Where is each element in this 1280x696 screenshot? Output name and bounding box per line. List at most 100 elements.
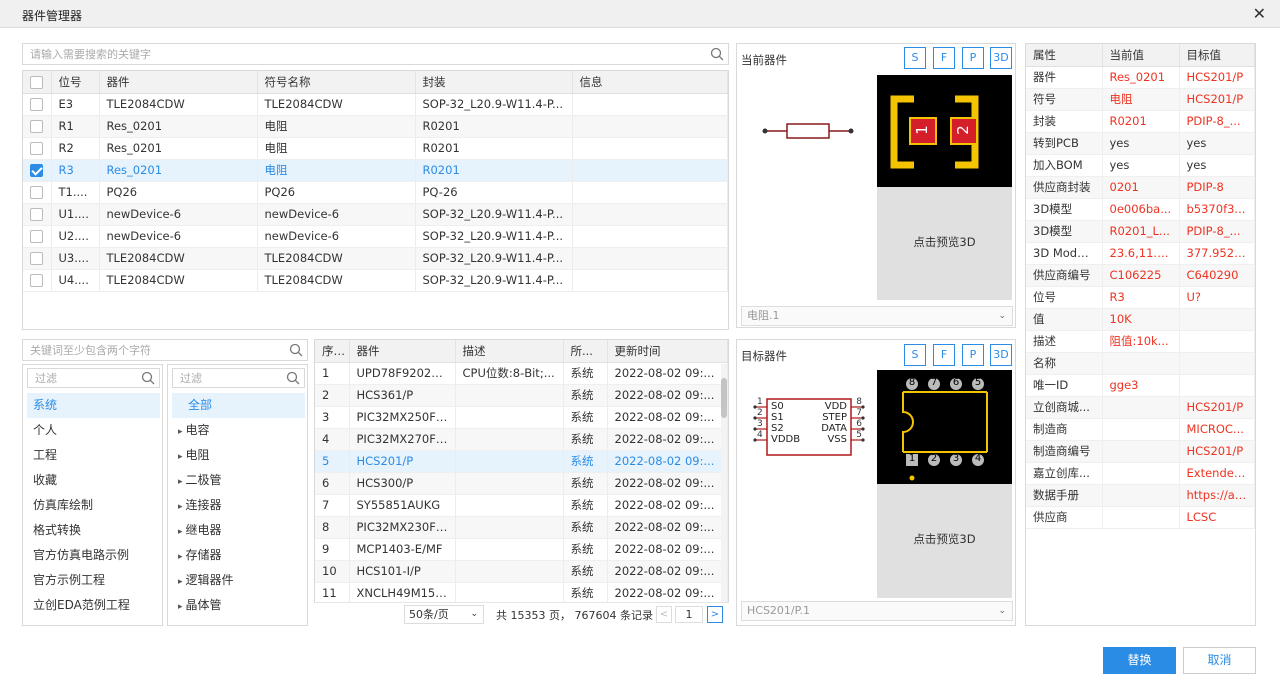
row-checkbox[interactable] [23, 269, 52, 292]
result-row[interactable]: 3 PIC32MX250F1... 系统 2022-08-02 09:... [315, 406, 728, 429]
instance-row[interactable]: R3 Res_0201 电阻 R0201 [23, 159, 728, 182]
property-name: 名称 [1026, 352, 1103, 375]
col-footprint[interactable]: 封装 [415, 71, 573, 94]
category-item[interactable]: 仿真库绘制 [27, 493, 160, 518]
category-item[interactable]: 工程 [27, 443, 160, 468]
cell-info [572, 225, 728, 248]
target-preview-3d-button[interactable]: 点击预览3D [877, 484, 1012, 598]
current-footprint-button[interactable]: F [933, 47, 955, 69]
current-preview-3d-button[interactable]: 点击预览3D [877, 187, 1012, 300]
row-checkbox[interactable] [23, 225, 52, 248]
checkbox[interactable] [30, 186, 43, 199]
select-all-checkbox[interactable] [23, 71, 52, 94]
page-number-input[interactable]: 1 [675, 606, 703, 623]
search-icon[interactable] [141, 371, 155, 385]
row-checkbox[interactable] [23, 203, 52, 226]
category-item[interactable]: 官方仿真电路示例 [27, 543, 160, 568]
result-row[interactable]: 8 PIC32MX230F0... 系统 2022-08-02 09:... [315, 516, 728, 539]
next-page-button[interactable]: > [707, 606, 723, 623]
type-item[interactable]: ▸ 电阻 [172, 443, 305, 468]
cell-no: 5 [315, 450, 350, 473]
search-icon[interactable] [286, 371, 300, 385]
page-size-select[interactable]: 50条/页 ⌄ [404, 605, 484, 624]
category-item[interactable]: 收藏 [27, 468, 160, 493]
col-time[interactable]: 更新时间 [607, 340, 728, 363]
result-row[interactable]: 9 MCP1403-E/MF 系统 2022-08-02 09:... [315, 538, 728, 561]
target-part-select[interactable]: HCS201/P.1 ⌄ [741, 601, 1013, 621]
type-item[interactable]: ▸ 连接器 [172, 493, 305, 518]
category-item[interactable]: 立创EDA范例工程 [27, 593, 160, 618]
result-row[interactable]: 7 SY55851AUKG 系统 2022-08-02 09:... [315, 494, 728, 517]
col-symbol[interactable]: 符号名称 [257, 71, 416, 94]
result-row[interactable]: 6 HCS300/P 系统 2022-08-02 09:... [315, 472, 728, 495]
col-device[interactable]: 器件 [99, 71, 258, 94]
instance-row[interactable]: U2.... newDevice-6 newDevice-6 SOP-32_L20.9… [23, 225, 728, 248]
row-checkbox[interactable] [23, 137, 52, 160]
category-item[interactable]: 个人 [27, 418, 160, 443]
current-symbol-button[interactable]: S [904, 47, 926, 69]
result-row[interactable]: 11 XNCLH49M152... 系统 2022-08-02 09:... [315, 582, 728, 605]
type-item[interactable]: ▸ 电容 [172, 418, 305, 443]
col-info[interactable]: 信息 [572, 71, 728, 94]
target-footprint-button[interactable]: F [933, 344, 955, 366]
category-filter-input[interactable] [28, 369, 159, 387]
checkbox[interactable] [30, 164, 43, 177]
target-symbol-button[interactable]: S [904, 344, 926, 366]
top-search-input[interactable] [23, 44, 728, 64]
row-checkbox[interactable] [23, 115, 52, 138]
close-icon[interactable]: ✕ [1253, 4, 1266, 23]
type-item[interactable]: ▸ 逻辑器件 [172, 568, 305, 593]
checkbox[interactable] [30, 274, 43, 287]
current-part-select[interactable]: 电阻.1 ⌄ [741, 306, 1013, 326]
col-desc[interactable]: 描述 [455, 340, 564, 363]
checkbox[interactable] [30, 208, 43, 221]
row-checkbox[interactable] [23, 181, 52, 204]
type-filter-input[interactable] [173, 369, 304, 387]
type-item[interactable]: 全部 [172, 393, 305, 418]
category-item[interactable]: 系统 [27, 393, 160, 418]
instance-row[interactable]: U1.... newDevice-6 newDevice-6 SOP-32_L20.9… [23, 203, 728, 226]
replace-button[interactable]: 替换 [1103, 647, 1176, 674]
instance-row[interactable]: R1 Res_0201 电阻 R0201 [23, 115, 728, 138]
checkbox[interactable] [30, 230, 43, 243]
type-item[interactable]: ▸ 晶体管 [172, 593, 305, 618]
checkbox[interactable] [30, 120, 43, 133]
col-owner[interactable]: 所... [563, 340, 608, 363]
results-scrollbar-thumb[interactable] [721, 378, 727, 418]
instance-row[interactable]: U4.... TLE2084CDW TLE2084CDW SOP-32_L20.9-W… [23, 269, 728, 292]
result-row[interactable]: 1 UPD78F9202M... CPU位数:8-Bit;... 系统 2022-08-… [315, 362, 728, 385]
category-item[interactable]: 格式转换 [27, 518, 160, 543]
search-icon[interactable] [289, 343, 303, 357]
instance-row[interactable]: U3.... TLE2084CDW TLE2084CDW SOP-32_L20.9-W… [23, 247, 728, 270]
library-search-input[interactable] [23, 340, 307, 360]
prev-page-button[interactable]: < [656, 606, 672, 623]
row-checkbox[interactable] [23, 247, 52, 270]
row-checkbox[interactable] [23, 93, 52, 116]
target-pcb-button[interactable]: P [962, 344, 984, 366]
instance-row[interactable]: E3 TLE2084CDW TLE2084CDW SOP-32_L20.9-W11.4… [23, 93, 728, 116]
instance-row[interactable]: T1.... PQ26 PQ26 PQ-26 [23, 181, 728, 204]
col-no[interactable]: 序号 [315, 340, 350, 363]
results-scrollbar[interactable] [721, 364, 727, 624]
cancel-button[interactable]: 取消 [1183, 647, 1256, 674]
type-item[interactable]: ▸ 存储器 [172, 543, 305, 568]
checkbox[interactable] [30, 252, 43, 265]
type-item[interactable]: ▸ 二极管 [172, 468, 305, 493]
target-3d-button[interactable]: 3D [990, 344, 1012, 366]
result-row[interactable]: 4 PIC32MX270F2... 系统 2022-08-02 09:... [315, 428, 728, 451]
instance-row[interactable]: R2 Res_0201 电阻 R0201 [23, 137, 728, 160]
result-row[interactable]: 2 HCS361/P 系统 2022-08-02 09:... [315, 384, 728, 407]
col-ref[interactable]: 位号 [51, 71, 100, 94]
checkbox[interactable] [30, 142, 43, 155]
current-pcb-button[interactable]: P [962, 47, 984, 69]
property-row: 值 10K [1026, 308, 1255, 331]
col-result-device[interactable]: 器件 [349, 340, 456, 363]
category-item[interactable]: 官方示例工程 [27, 568, 160, 593]
row-checkbox[interactable] [23, 159, 52, 182]
checkbox[interactable] [30, 98, 43, 111]
search-icon[interactable] [710, 47, 724, 61]
result-row[interactable]: 10 HCS101-I/P 系统 2022-08-02 09:... [315, 560, 728, 583]
result-row[interactable]: 5 HCS201/P 系统 2022-08-02 09:... [315, 450, 728, 473]
type-item[interactable]: ▸ 继电器 [172, 518, 305, 543]
current-3d-button[interactable]: 3D [990, 47, 1012, 69]
